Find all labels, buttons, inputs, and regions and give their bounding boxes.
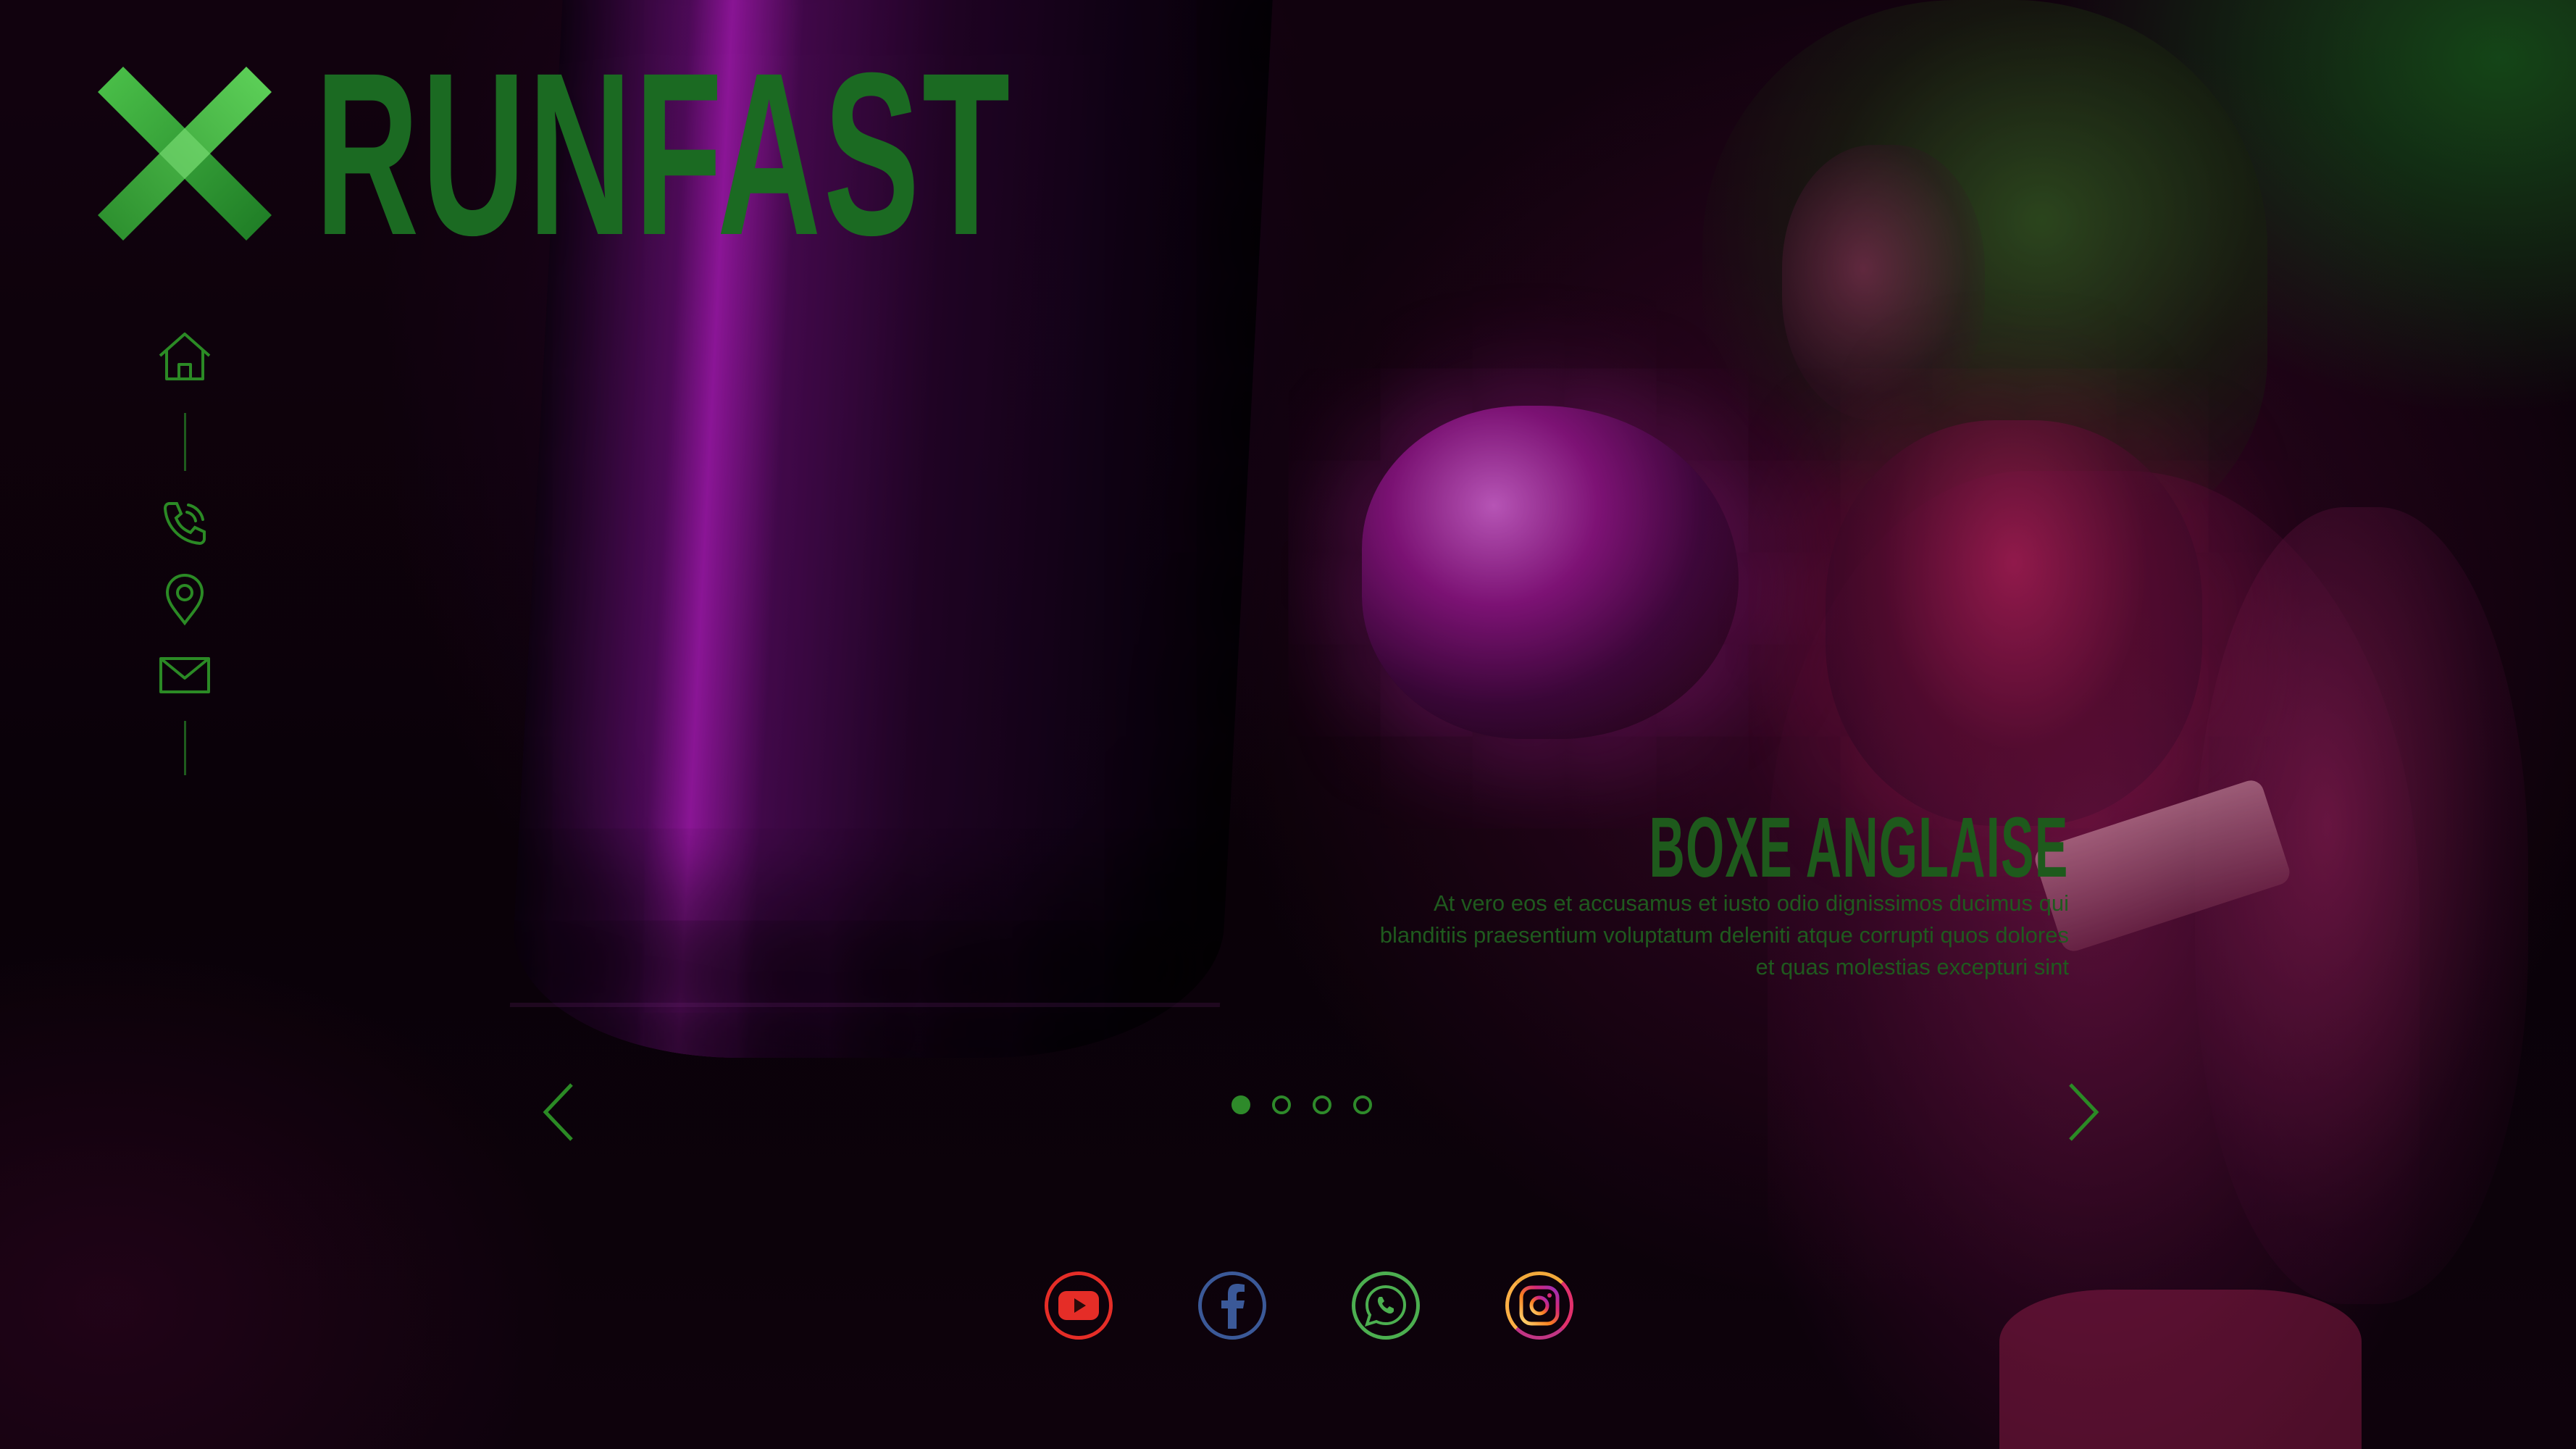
location-pin-icon[interactable] (154, 569, 215, 630)
x-logo-icon (98, 67, 272, 241)
slide-dot-4[interactable] (1353, 1095, 1372, 1114)
nav-divider (184, 721, 186, 775)
brand-name: RUNFAST (315, 24, 1013, 283)
chevron-right-icon (2069, 1083, 2099, 1141)
slide-dot-3[interactable] (1313, 1095, 1331, 1114)
hero-description: At vero eos et accusamus et iusto odio d… (1379, 890, 2069, 980)
home-icon[interactable] (154, 326, 215, 387)
slider-pagination (1231, 1095, 1372, 1114)
mail-icon[interactable] (154, 645, 215, 706)
nav-divider (184, 413, 186, 471)
facebook-icon[interactable] (1198, 1271, 1266, 1340)
youtube-icon[interactable] (1045, 1271, 1113, 1340)
chevron-left-icon (543, 1083, 573, 1141)
hero-title: BOXE ANGLAISE (1649, 800, 2069, 895)
phone-icon[interactable] (154, 493, 215, 554)
brand-logo[interactable]: RUNFAST (98, 24, 1440, 283)
slide-dot-1[interactable] (1231, 1095, 1250, 1114)
instagram-icon[interactable] (1505, 1271, 1573, 1340)
slide-dot-2[interactable] (1272, 1095, 1291, 1114)
social-links (1045, 1271, 1573, 1340)
slider-prev-button[interactable] (532, 1080, 583, 1145)
whatsapp-icon[interactable] (1352, 1271, 1420, 1340)
slider-next-button[interactable] (2059, 1080, 2109, 1145)
